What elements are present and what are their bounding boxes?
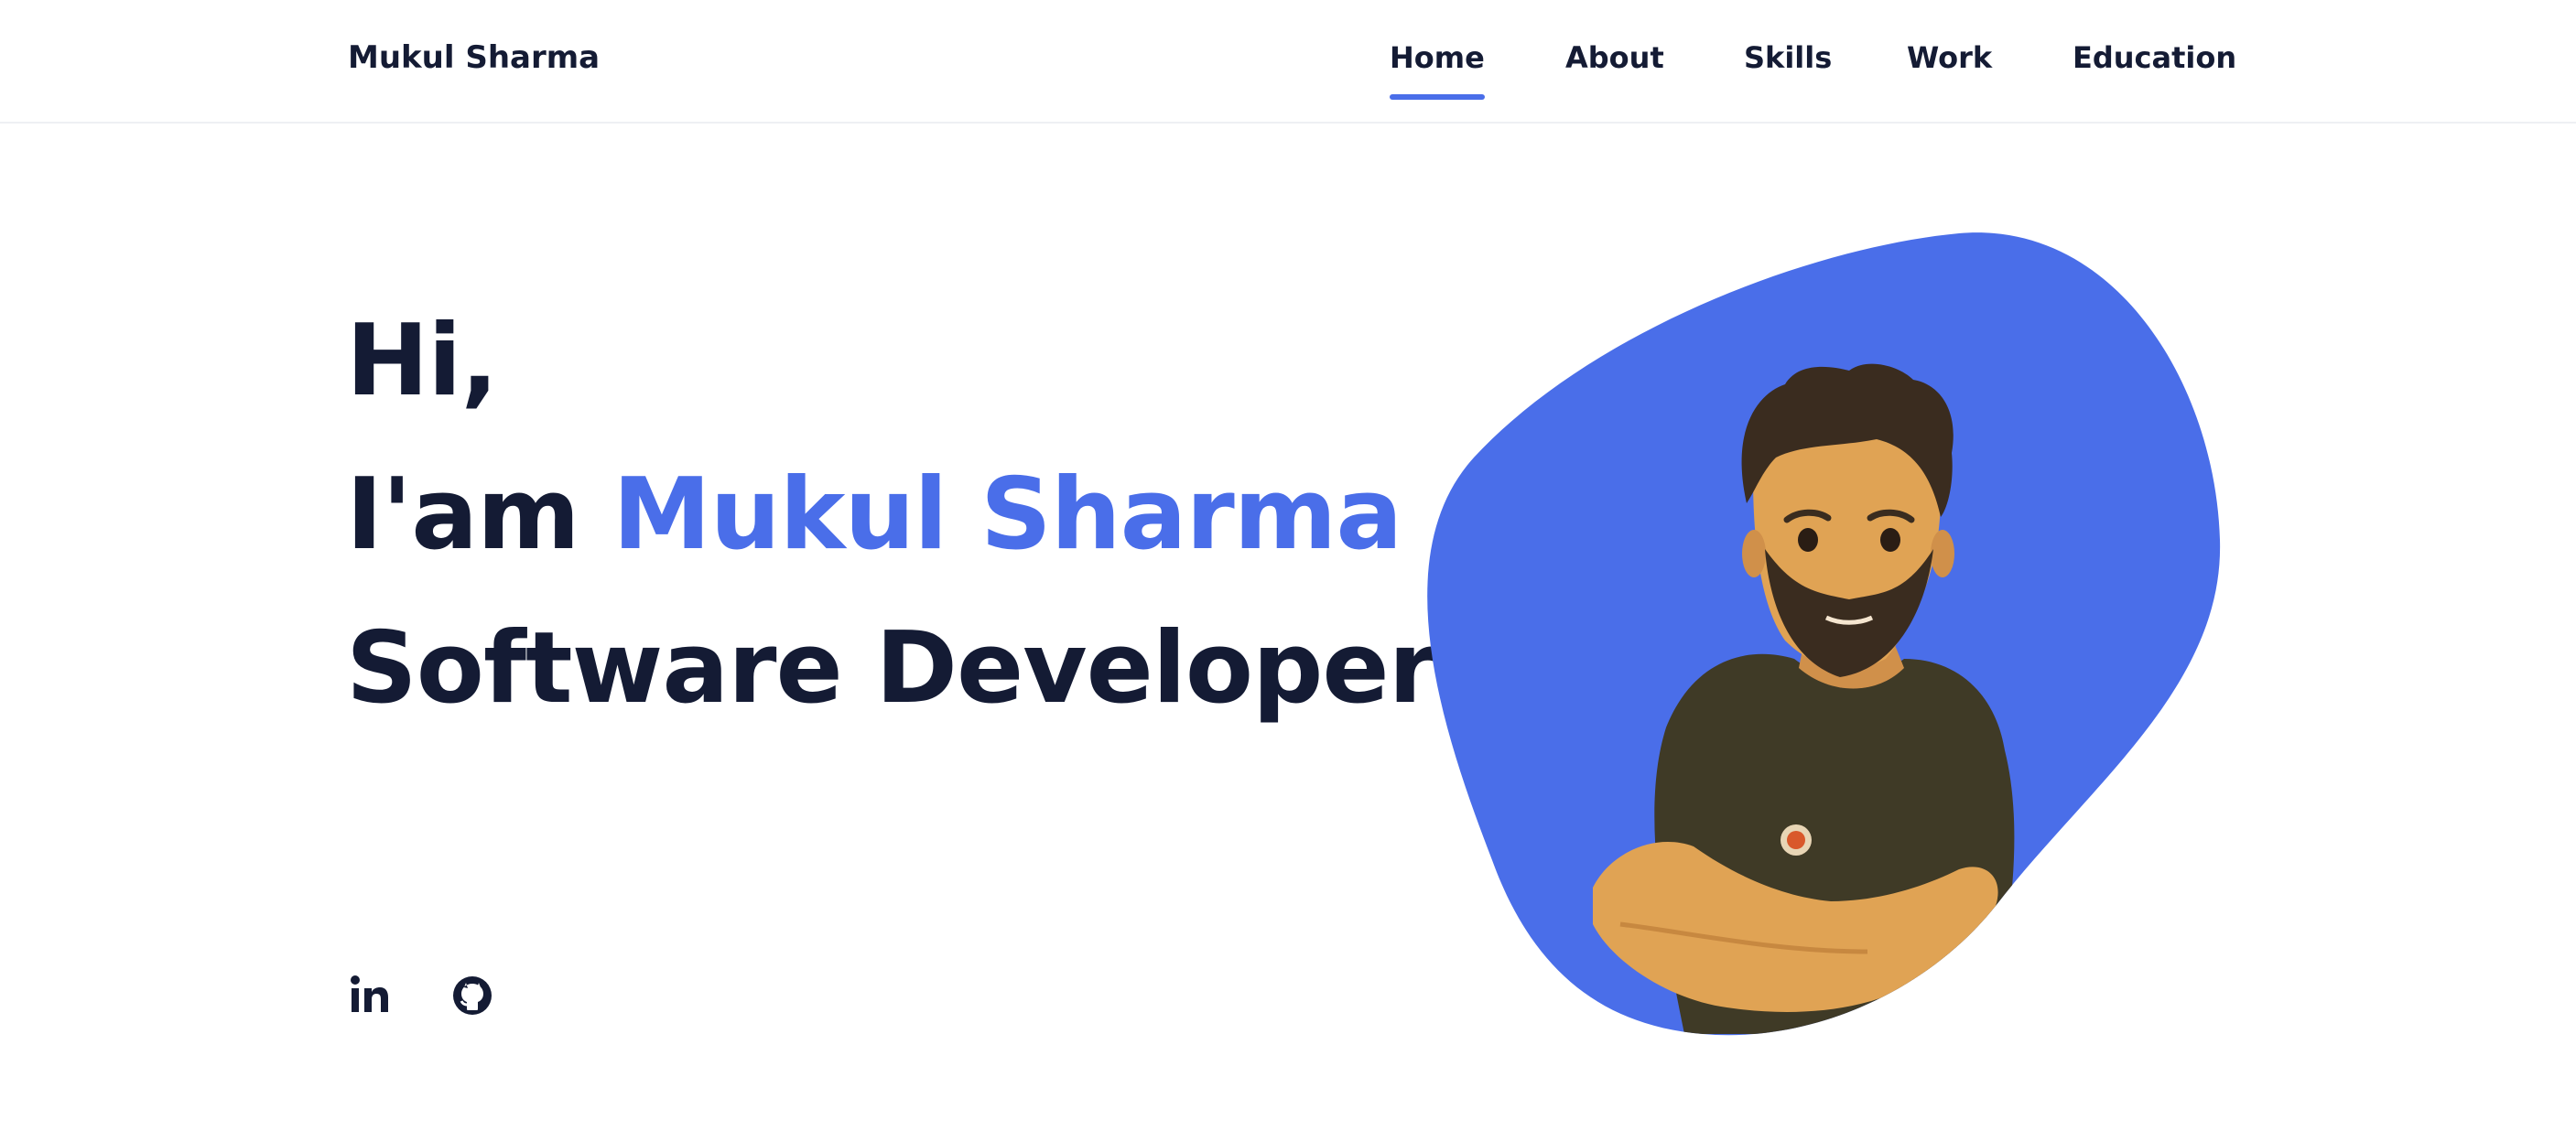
nav-work-label: Work bbox=[1907, 40, 1993, 75]
avatar-illustration bbox=[1427, 232, 2221, 1036]
hero-role: Software Developer bbox=[346, 611, 1437, 726]
nav-about[interactable]: About bbox=[1565, 38, 1664, 78]
hero-intro-line: I'am Mukul Sharma bbox=[346, 456, 1402, 575]
shirt-badge-inner bbox=[1787, 831, 1805, 849]
nav-home-label: Home bbox=[1390, 40, 1485, 75]
character-left-eye bbox=[1798, 528, 1818, 552]
github-link[interactable] bbox=[450, 974, 494, 1018]
site-header: Mukul Sharma Home About Skills Work Educ… bbox=[0, 0, 2576, 124]
hero-name: Mukul Sharma bbox=[612, 458, 1402, 572]
nav-about-label: About bbox=[1565, 40, 1664, 75]
nav-work[interactable]: Work bbox=[1907, 38, 1992, 78]
nav-home[interactable]: Home bbox=[1390, 38, 1485, 100]
main-nav: Home About Skills Work Education bbox=[0, 38, 2576, 111]
character-left-ear bbox=[1742, 530, 1766, 577]
nav-skills[interactable]: Skills bbox=[1744, 38, 1832, 78]
nav-education[interactable]: Education bbox=[2073, 38, 2236, 78]
github-icon bbox=[453, 976, 492, 1015]
linkedin-icon bbox=[351, 975, 388, 1012]
character-right-eye bbox=[1880, 528, 1900, 552]
nav-education-label: Education bbox=[2073, 40, 2237, 75]
hero-greeting: Hi, bbox=[346, 304, 498, 418]
active-nav-indicator bbox=[1390, 94, 1485, 100]
nav-skills-label: Skills bbox=[1744, 40, 1833, 75]
character-right-ear bbox=[1931, 530, 1954, 577]
linkedin-link[interactable] bbox=[348, 974, 392, 1018]
hero-intro: I'am bbox=[346, 458, 580, 572]
